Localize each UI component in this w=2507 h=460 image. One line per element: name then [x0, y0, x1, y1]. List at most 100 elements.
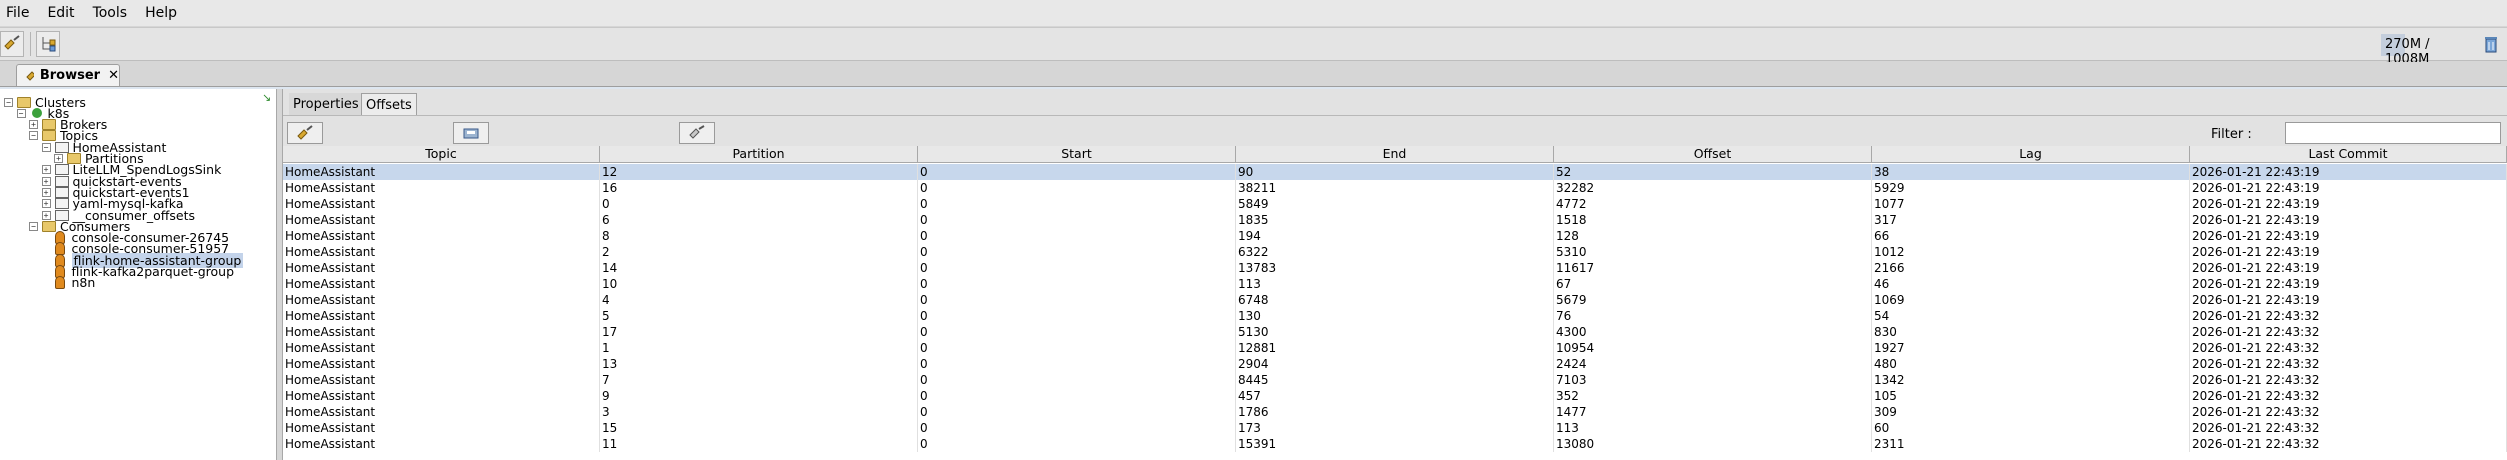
table-cell: 5130 — [1236, 324, 1554, 340]
filter-input[interactable] — [2285, 122, 2501, 144]
table-cell: 11 — [600, 436, 918, 452]
table-cell: HomeAssistant — [283, 340, 600, 356]
table-cell: HomeAssistant — [283, 420, 600, 436]
table-cell: 309 — [1872, 404, 2190, 420]
tab-browser[interactable]: Browser ✕ — [16, 64, 120, 86]
save-offsets-button[interactable] — [453, 122, 489, 144]
table-cell: 194 — [1236, 228, 1554, 244]
table-cell: 113 — [1236, 276, 1554, 292]
table-row[interactable]: HomeAssistant 12 0 90 52 38 2026-01-21 22:43:1… — [283, 164, 2507, 180]
table-cell: 2026-01-21 22:43:19 — [2190, 212, 2507, 228]
column-header[interactable]: Topic — [283, 146, 600, 162]
table-cell: 0 — [918, 308, 1236, 324]
table-cell: 67 — [1554, 276, 1872, 292]
table-cell: 113 — [1554, 420, 1872, 436]
connect-button[interactable] — [0, 31, 24, 57]
save-icon — [463, 128, 479, 139]
column-header[interactable]: Last Commit — [2190, 146, 2507, 162]
table-cell: 1077 — [1872, 196, 2190, 212]
table-cell: HomeAssistant — [283, 180, 600, 196]
table-cell: 10954 — [1554, 340, 1872, 356]
table-row[interactable]: HomeAssistant 16 0 38211 32282 5929 2026-01-21… — [283, 180, 2507, 196]
table-cell: 6748 — [1236, 292, 1554, 308]
table-cell: 0 — [918, 356, 1236, 372]
table-cell: 5849 — [1236, 196, 1554, 212]
collapse-icon[interactable]: − — [41, 142, 51, 152]
menu-edit[interactable]: Edit — [47, 5, 74, 21]
table-cell: 0 — [918, 228, 1236, 244]
table-row[interactable]: HomeAssistant 2 0 6322 5310 1012 2026-01-21 22… — [283, 244, 2507, 260]
memory-indicator[interactable]: 270M / 1008M — [2381, 34, 2469, 67]
table-cell: 2904 — [1236, 356, 1554, 372]
table-row[interactable]: HomeAssistant 13 0 2904 2424 480 2026-01-21 22… — [283, 356, 2507, 372]
reset-offsets-button[interactable] — [287, 122, 323, 144]
app-window: File Edit Tools Help 270M / 1008M Browse… — [0, 0, 2507, 460]
table-row[interactable]: HomeAssistant 15 0 173 113 60 2026-01-21 22:43… — [283, 420, 2507, 436]
table-cell: 38211 — [1236, 180, 1554, 196]
column-header[interactable]: Partition — [600, 146, 918, 162]
table-cell: 3 — [600, 404, 918, 420]
table-cell: 66 — [1872, 228, 2190, 244]
connect-icon — [4, 35, 20, 50]
tree-view-button[interactable] — [36, 31, 60, 57]
collapse-icon[interactable]: − — [29, 221, 38, 231]
table-row[interactable]: HomeAssistant 8 0 194 128 66 2026-01-21 22:43:… — [283, 228, 2507, 244]
table-row[interactable]: HomeAssistant 6 0 1835 1518 317 2026-01-21 22:… — [283, 212, 2507, 228]
table-row[interactable]: HomeAssistant 3 0 1786 1477 309 2026-01-21 22:… — [283, 404, 2507, 420]
tab-properties[interactable]: Properties — [289, 93, 363, 115]
collapse-icon[interactable]: − — [29, 131, 38, 141]
table-cell: 13 — [600, 356, 918, 372]
table-row[interactable]: HomeAssistant 9 0 457 352 105 2026-01-21 22:43… — [283, 388, 2507, 404]
table-cell: 2026-01-21 22:43:32 — [2190, 308, 2507, 324]
table-cell: 1927 — [1872, 340, 2190, 356]
tab-row: Browser ✕ — [0, 62, 2507, 86]
table-row[interactable]: HomeAssistant 1 0 12881 10954 1927 2026-01-21 … — [283, 340, 2507, 356]
table-cell: 1835 — [1236, 212, 1554, 228]
filter-label: Filter : — [2211, 127, 2252, 142]
menu-help[interactable]: Help — [145, 5, 177, 21]
column-header[interactable]: End — [1236, 146, 1554, 162]
table-row[interactable]: HomeAssistant 10 0 113 67 46 2026-01-21 22:43:… — [283, 276, 2507, 292]
column-header[interactable]: Offset — [1554, 146, 1872, 162]
table-row[interactable]: HomeAssistant 7 0 8445 7103 1342 2026-01-21 22… — [283, 372, 2507, 388]
table-row[interactable]: HomeAssistant 5 0 130 76 54 2026-01-21 22:43:3… — [283, 308, 2507, 324]
table-cell: 76 — [1554, 308, 1872, 324]
refresh-icon — [689, 125, 705, 139]
table-cell: 2026-01-21 22:43:32 — [2190, 404, 2507, 420]
tree-item[interactable]: n8n — [42, 274, 95, 292]
table-cell: 5929 — [1872, 180, 2190, 196]
refresh-offsets-button[interactable] — [679, 122, 715, 144]
table-row[interactable]: HomeAssistant 17 0 5130 4300 830 2026-01-21 22… — [283, 324, 2507, 340]
tab-offsets[interactable]: Offsets — [361, 93, 417, 115]
table-row[interactable]: HomeAssistant 4 0 6748 5679 1069 2026-01-21 22… — [283, 292, 2507, 308]
table-row[interactable]: HomeAssistant 14 0 13783 11617 2166 2026-01-21… — [283, 260, 2507, 276]
table-cell: HomeAssistant — [283, 388, 600, 404]
table-cell: 2424 — [1554, 356, 1872, 372]
refresh-tree-icon[interactable]: ↘ — [262, 92, 272, 103]
table-cell: 173 — [1236, 420, 1554, 436]
table-cell: 60 — [1872, 420, 2190, 436]
table-cell: 1342 — [1872, 372, 2190, 388]
table-cell: 0 — [918, 196, 1236, 212]
table-cell: 2026-01-21 22:43:19 — [2190, 260, 2507, 276]
garbage-collect-button[interactable] — [2483, 35, 2499, 53]
table-cell: 7103 — [1554, 372, 1872, 388]
table-row[interactable]: HomeAssistant 0 0 5849 4772 1077 2026-01-21 22… — [283, 196, 2507, 212]
table-cell: 2026-01-21 22:43:19 — [2190, 164, 2507, 180]
collapse-icon[interactable]: − — [4, 97, 13, 107]
trash-icon — [2485, 37, 2497, 53]
table-cell: HomeAssistant — [283, 308, 600, 324]
table-cell: 4300 — [1554, 324, 1872, 340]
table-cell: 105 — [1872, 388, 2190, 404]
menu-tools[interactable]: Tools — [93, 5, 128, 21]
edit-offset-icon — [297, 125, 313, 140]
table-cell: 12881 — [1236, 340, 1554, 356]
column-header[interactable]: Lag — [1872, 146, 2190, 162]
collapse-icon[interactable]: − — [16, 108, 26, 118]
column-header[interactable]: Start — [918, 146, 1236, 162]
table-cell: 130 — [1236, 308, 1554, 324]
close-icon[interactable]: ✕ — [108, 68, 119, 83]
menu-file[interactable]: File — [6, 5, 29, 21]
table-row[interactable]: HomeAssistant 11 0 15391 13080 2311 2026-01-21… — [283, 436, 2507, 452]
table-cell: 0 — [918, 340, 1236, 356]
